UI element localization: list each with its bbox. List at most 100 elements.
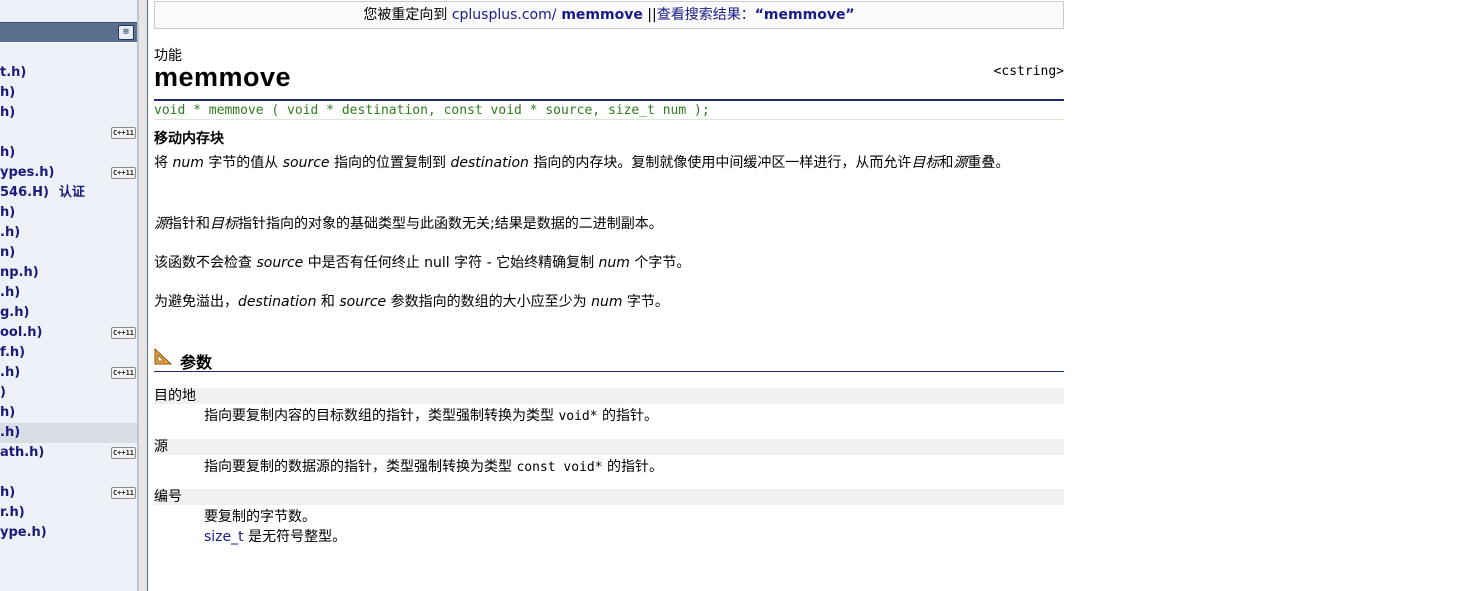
- param-ref: 源: [953, 155, 968, 171]
- header-tag: <cstring>: [993, 64, 1064, 79]
- sidebar-splitter[interactable]: [138, 0, 148, 591]
- sidebar-item-label: h): [0, 205, 16, 220]
- param-ref: num: [598, 255, 630, 271]
- sidebar-item[interactable]: 546.H) 认证: [0, 183, 137, 203]
- sidebar-item[interactable]: .h) C++11: [0, 363, 137, 383]
- sidebar-item[interactable]: h): [0, 83, 137, 103]
- param-ref: destination: [238, 294, 317, 310]
- size-t-link[interactable]: size_t: [204, 529, 244, 545]
- sidebar-item-label: f.h): [0, 345, 26, 360]
- cpp11-badge: C++11: [111, 447, 136, 459]
- param-ref: num: [172, 155, 204, 171]
- sidebar-item-label: g.h): [0, 305, 30, 320]
- sidebar-item[interactable]: ath.h) C++11: [0, 443, 137, 463]
- sidebar-item-label: ): [0, 385, 6, 400]
- param-ref: source: [256, 255, 304, 271]
- sidebar-item[interactable]: h) C++11: [0, 483, 137, 503]
- param-ref: destination: [450, 155, 529, 171]
- sidebar-item[interactable]: g.h): [0, 303, 137, 323]
- cpp11-badge: C++11: [111, 367, 136, 379]
- sidebar-item-label: n): [0, 245, 16, 260]
- text: 指向的内存块。复制就像使用中间缓冲区一样进行，从而允许: [528, 155, 912, 171]
- text: 字节的值从: [203, 155, 283, 171]
- size-t-line: size_t 是无符号整型。: [204, 527, 346, 547]
- code-type: void*: [558, 409, 598, 424]
- text: 的指针。: [597, 408, 659, 424]
- description-paragraph-4: 为避免溢出，destination 和 source 参数指向的数组的大小应至少…: [154, 292, 1064, 313]
- sidebar-item[interactable]: h): [0, 103, 137, 123]
- cpp11-badge: C++11: [111, 167, 136, 179]
- sidebar-item-label: .h): [0, 425, 21, 440]
- sidebar-item[interactable]: r.h): [0, 503, 137, 523]
- param-ref: num: [591, 294, 623, 310]
- page-title: memmove: [154, 62, 292, 92]
- sidebar-item[interactable]: ): [0, 383, 137, 403]
- sidebar: ⊞ t.h) h) h) C++11 h) ypes.h) C++11 546.H) 认证 h).…: [0, 0, 138, 591]
- redirect-target-link[interactable]: memmove: [556, 7, 643, 23]
- sidebar-item[interactable]: ype.h): [0, 523, 137, 543]
- sidebar-item-label: 546.H): [0, 185, 49, 200]
- param-ref: source: [282, 155, 330, 171]
- sidebar-item[interactable]: f.h): [0, 343, 137, 363]
- triangle-ruler-icon: [154, 347, 173, 365]
- section-title: 参数: [180, 353, 213, 372]
- description-paragraph-3: 该函数不会检查 source 中是否有任何终止 null 字符 - 它始终精确复…: [154, 253, 1064, 274]
- book-icon[interactable]: ⊞: [118, 25, 134, 40]
- sidebar-item[interactable]: ool.h) C++11: [0, 323, 137, 343]
- sidebar-item-label: h): [0, 485, 16, 500]
- cpp11-badge: C++11: [111, 127, 136, 139]
- sidebar-item[interactable]: C++11: [0, 123, 137, 143]
- sidebar-item[interactable]: .h): [0, 283, 137, 303]
- cpp11-badge: C++11: [111, 327, 136, 339]
- sidebar-item-label: .h): [0, 285, 21, 300]
- sidebar-item-label: ool.h): [0, 325, 43, 340]
- param-name-source: 源: [154, 439, 1064, 455]
- sidebar-item-label: .h): [0, 225, 21, 240]
- sidebar-item-label: r.h): [0, 505, 25, 520]
- text: 是无符号整型。: [243, 529, 347, 545]
- sidebar-item-label: .h): [0, 365, 21, 380]
- redirect-link[interactable]: cplusplus.com/: [452, 7, 557, 23]
- text: 将: [154, 155, 173, 171]
- sidebar-item[interactable]: h): [0, 403, 137, 423]
- redirect-prefix: 您被重定向到: [363, 7, 452, 23]
- text: 为避免溢出，: [154, 294, 238, 310]
- param-ref: source: [339, 294, 387, 310]
- param-desc-num: 要复制的字节数。 size_t 是无符号整型。: [204, 507, 346, 547]
- sidebar-item[interactable]: t.h): [0, 63, 137, 83]
- sidebar-item[interactable]: n): [0, 243, 137, 263]
- sidebar-item[interactable]: h): [0, 203, 137, 223]
- sidebar-item[interactable]: ypes.h) C++11: [0, 163, 137, 183]
- param-desc-source: 指向要复制的数据源的指针，类型强制转换为类型 const void* 的指针。: [204, 457, 663, 478]
- sidebar-item-label: h): [0, 105, 16, 120]
- title-divider: [154, 99, 1064, 101]
- param-name-num: 编号: [154, 489, 1064, 505]
- function-summary: 移动内存块: [154, 131, 224, 147]
- sidebar-item-label: ype.h): [0, 525, 47, 540]
- redirect-notice: 您被重定向到 cplusplus.com/ memmove ||查看搜索结果：“…: [154, 1, 1064, 29]
- description-paragraph-1: 将 num 字节的值从 source 指向的位置复制到 destination …: [154, 153, 1064, 174]
- sidebar-list: t.h) h) h) C++11 h) ypes.h) C++11 546.H) 认证 h) .h)…: [0, 63, 137, 543]
- search-results-link[interactable]: 查看搜索结果：: [657, 7, 755, 23]
- sidebar-item[interactable]: .h): [0, 223, 137, 243]
- text: 该函数不会检查: [154, 255, 257, 271]
- param-desc-destination: 指向要复制内容的目标数组的指针，类型强制转换为类型 void* 的指针。: [204, 406, 658, 427]
- sidebar-item-extra: 认证: [58, 185, 85, 200]
- text: 指向要复制内容的目标数组的指针，类型强制转换为类型: [204, 408, 559, 424]
- text: 和: [316, 294, 340, 310]
- code-type: const void*: [516, 460, 603, 475]
- param-ref: 目标: [911, 155, 940, 171]
- text: 指针指向的对象的基础类型与此函数无关;结果是数据的二进制副本。: [238, 216, 663, 232]
- function-prototype: void * memmove ( void * destination, con…: [154, 103, 1064, 120]
- text: 字节。: [622, 294, 669, 310]
- sidebar-item[interactable]: [0, 463, 137, 483]
- text: 中是否有任何终止 null 字符 - 它始终精确复制: [303, 255, 599, 271]
- param-name-destination: 目的地: [154, 388, 1064, 404]
- text: 指向要复制的数据源的指针，类型强制转换为类型: [204, 459, 517, 475]
- sidebar-item[interactable]: np.h): [0, 263, 137, 283]
- text: 个字节。: [629, 255, 691, 271]
- sidebar-item[interactable]: h): [0, 143, 137, 163]
- sidebar-item-label: h): [0, 145, 16, 160]
- sidebar-item-label: np.h): [0, 265, 39, 280]
- sidebar-item[interactable]: .h): [0, 423, 137, 443]
